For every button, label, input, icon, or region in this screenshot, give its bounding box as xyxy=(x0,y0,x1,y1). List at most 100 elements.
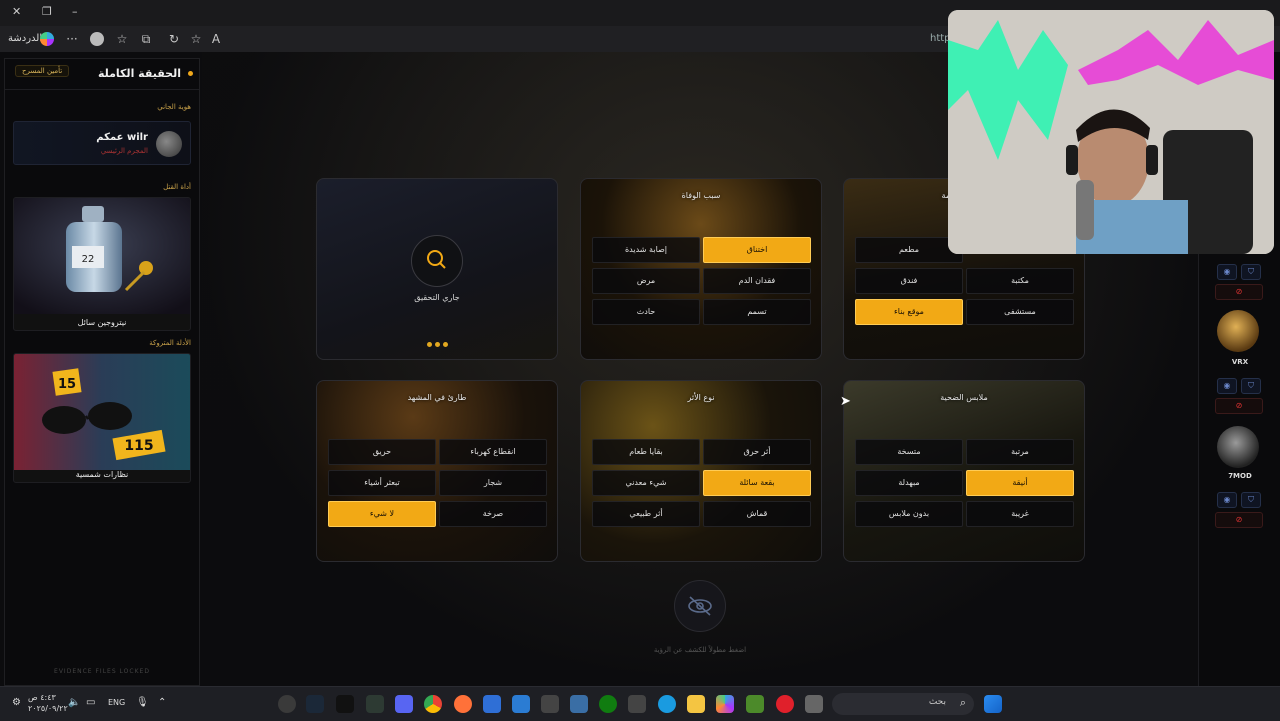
option-library[interactable]: مكتبة xyxy=(966,268,1074,294)
eye-icon[interactable]: ◉ xyxy=(1217,264,1237,280)
minecraft-icon[interactable] xyxy=(746,695,764,713)
secure-scene-badge[interactable]: تأمين المسرح xyxy=(15,65,70,77)
option-power-outage[interactable]: انقطاع كهرباء xyxy=(439,439,547,465)
shield-icon[interactable]: ⛉ xyxy=(1241,264,1261,280)
option-strange[interactable]: غريبة xyxy=(966,501,1074,527)
chrome-icon[interactable] xyxy=(424,695,442,713)
status-dot xyxy=(188,71,193,76)
killer-name: عمكم wilr xyxy=(96,132,148,143)
weapon-name: نيتروجين سائل xyxy=(77,318,127,327)
tiktok-icon[interactable] xyxy=(336,695,354,713)
reveal-hint: اضغط مطولاً للكشف عن الرؤية xyxy=(653,646,747,654)
copilot-app-icon[interactable] xyxy=(716,695,734,713)
app-icon[interactable] xyxy=(278,695,296,713)
svg-text:15: 15 xyxy=(58,377,76,392)
reveal-vision-button[interactable] xyxy=(674,580,726,632)
store-icon[interactable] xyxy=(628,695,646,713)
option-natural-trace[interactable]: أثر طبيعي xyxy=(592,501,700,527)
network-icon[interactable]: ▭ xyxy=(86,697,95,708)
investigation-card: جاري التحقيق xyxy=(316,178,558,360)
webcam-feed xyxy=(948,10,1274,254)
more-icon[interactable]: ··· xyxy=(64,31,80,47)
player-name: 7MOD xyxy=(1228,472,1252,480)
settings-icon[interactable]: ⚙ xyxy=(12,697,21,708)
option-accident[interactable]: حادث xyxy=(592,299,700,325)
option-fight[interactable]: شجار xyxy=(439,470,547,496)
player-avatar[interactable] xyxy=(1217,310,1259,352)
xbox-bar-icon[interactable] xyxy=(366,695,384,713)
star-icon[interactable]: ☆ xyxy=(188,31,204,47)
minimize-icon[interactable]: – xyxy=(72,5,78,18)
volume-icon[interactable]: 🔈 xyxy=(68,697,80,708)
search-button[interactable] xyxy=(411,235,463,287)
option-scattered-things[interactable]: تبعثر أشياء xyxy=(328,470,436,496)
microphone-icon[interactable]: 🎙 xyxy=(136,697,149,708)
photos-icon[interactable] xyxy=(483,695,501,713)
close-icon[interactable]: ✕ xyxy=(12,5,21,18)
option-disease[interactable]: مرض xyxy=(592,268,700,294)
option-construction-site[interactable]: موقع بناء xyxy=(855,299,963,325)
copilot-icon[interactable] xyxy=(40,32,54,46)
restore-icon[interactable]: ❐ xyxy=(42,5,52,18)
monitor-icon[interactable] xyxy=(570,695,588,713)
option-dirty[interactable]: متسخة xyxy=(855,439,963,465)
option-burn-mark[interactable]: أثر حرق xyxy=(703,439,811,465)
option-suffocation[interactable]: اختناق xyxy=(703,237,811,263)
settings-app-icon[interactable] xyxy=(541,695,559,713)
option-blood-loss[interactable]: فقدان الدم xyxy=(703,268,811,294)
trace-type-card: نوع الأثر بقايا طعام أثر حرق شيء معدني ب… xyxy=(580,380,822,562)
option-fire[interactable]: حريق xyxy=(328,439,436,465)
option-poison[interactable]: تسمم xyxy=(703,299,811,325)
clock[interactable]: ٤:٤٣ ص ٢٠٢٥/٠٩/٢٢ xyxy=(28,692,68,714)
killer-card: عمكم wilr المجرم الرئيسي xyxy=(13,121,191,165)
chat-button[interactable]: الدردشة xyxy=(8,33,42,44)
favorites-icon[interactable]: ☆ xyxy=(114,31,130,47)
refresh-icon[interactable]: ↻ xyxy=(166,31,182,47)
option-hospital[interactable]: مستشفى xyxy=(966,299,1074,325)
collections-icon[interactable]: ⧉ xyxy=(138,31,154,47)
option-liquid-stain[interactable]: بقعة سائلة xyxy=(703,470,811,496)
firefox-icon[interactable] xyxy=(454,695,472,713)
eye-icon[interactable]: ◉ xyxy=(1217,378,1237,394)
xbox-icon[interactable] xyxy=(599,695,617,713)
option-scream[interactable]: صرخة xyxy=(439,501,547,527)
option-hotel[interactable]: فندق xyxy=(855,268,963,294)
option-tidy[interactable]: مرتبة xyxy=(966,439,1074,465)
option-severe-injury[interactable]: إصابة شديدة xyxy=(592,237,700,263)
taskbar-search[interactable]: بحث ⌕ xyxy=(832,693,974,715)
option-nothing[interactable]: لا شيء xyxy=(328,501,436,527)
option-fabric[interactable]: قماش xyxy=(703,501,811,527)
option-metal-object[interactable]: شيء معدني xyxy=(592,470,700,496)
app-icon[interactable] xyxy=(805,695,823,713)
read-aloud-icon[interactable]: A xyxy=(208,31,224,47)
mail-icon[interactable] xyxy=(512,695,530,713)
option-elegant[interactable]: أنيقة xyxy=(966,470,1074,496)
shield-icon[interactable]: ⛉ xyxy=(1241,378,1261,394)
opera-icon[interactable] xyxy=(776,695,794,713)
eye-icon[interactable]: ◉ xyxy=(1217,492,1237,508)
evidence-section-label: الأدلة المتروكة xyxy=(149,339,191,347)
kick-icon[interactable]: ⊘ xyxy=(1215,398,1263,414)
option-restaurant[interactable]: مطعم xyxy=(855,237,963,263)
cause-of-death-card: سبب الوفاة إصابة شديدة اختناق مرض فقدان … xyxy=(580,178,822,360)
file-explorer-icon[interactable] xyxy=(687,695,705,713)
weapon-section-label: أداة القتل xyxy=(163,183,191,191)
kick-icon[interactable]: ⊘ xyxy=(1215,512,1263,528)
option-food-remains[interactable]: بقايا طعام xyxy=(592,439,700,465)
option-messy[interactable]: مبهدلة xyxy=(855,470,963,496)
chevron-up-icon[interactable]: ⌃ xyxy=(158,697,166,708)
edge-icon[interactable] xyxy=(658,695,676,713)
option-no-clothes[interactable]: بدون ملابس xyxy=(855,501,963,527)
sunglasses-image: 15 115 xyxy=(14,354,190,470)
profile-avatar[interactable] xyxy=(90,32,104,46)
windows-start-icon[interactable] xyxy=(984,695,1002,713)
clock-date: ٢٠٢٥/٠٩/٢٢ xyxy=(28,704,68,713)
svg-text:22: 22 xyxy=(82,254,95,265)
player-avatar[interactable] xyxy=(1217,426,1259,468)
steam-icon[interactable] xyxy=(306,695,324,713)
locked-footer: EVIDENCE FILES LOCKED xyxy=(54,668,150,675)
kick-icon[interactable]: ⊘ xyxy=(1215,284,1263,300)
discord-icon[interactable] xyxy=(395,695,413,713)
shield-icon[interactable]: ⛉ xyxy=(1241,492,1261,508)
language-indicator[interactable]: ENG xyxy=(108,698,125,707)
